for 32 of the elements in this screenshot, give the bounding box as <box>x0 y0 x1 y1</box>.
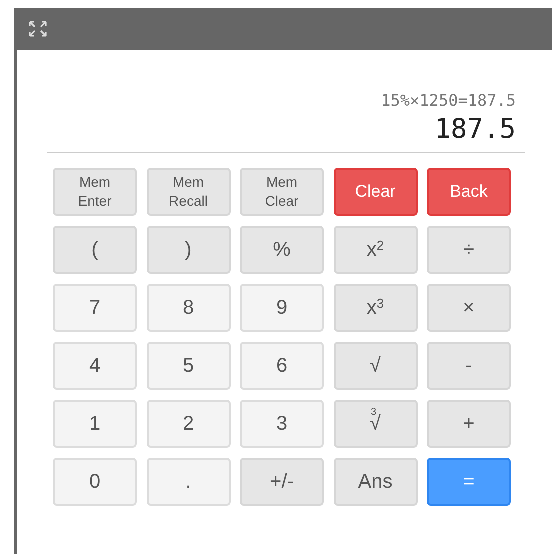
calculator-key[interactable]: √ <box>334 342 418 390</box>
calculator-key[interactable]: Clear <box>334 168 418 216</box>
calculator-key[interactable]: 2 <box>146 400 230 448</box>
result-text: 187.5 <box>434 113 516 147</box>
calculator-key[interactable]: x$^{2}$ <box>334 226 418 274</box>
calculator-key[interactable]: ÷ <box>427 226 511 274</box>
calculator-key[interactable]: 1 <box>53 400 137 448</box>
calculator-key[interactable]: 8 <box>146 284 230 332</box>
calculator-key[interactable]: x$^{3}$ <box>334 284 418 332</box>
calculator-key[interactable]: 5 <box>146 342 230 390</box>
calculator-key[interactable]: × <box>427 284 511 332</box>
expand-icon[interactable] <box>29 21 47 37</box>
calculator-key[interactable]: +/- <box>240 458 324 506</box>
calculator-key[interactable]: - <box>427 342 511 390</box>
expression-text: 15%×1250=187.5 <box>381 90 516 112</box>
calculator-key[interactable]: Ans <box>334 458 418 506</box>
calculator-key[interactable]: ( <box>53 226 137 274</box>
calculator-key[interactable]: √3 <box>334 400 418 448</box>
calculator-key[interactable]: 7 <box>53 284 137 332</box>
calculator-key[interactable]: 3 <box>240 400 324 448</box>
calculator-key[interactable]: 4 <box>53 342 137 390</box>
calculator-key[interactable]: Mem Recall <box>146 168 230 216</box>
calculator-key[interactable]: Back <box>427 168 511 216</box>
calculator-key[interactable]: Mem Clear <box>240 168 324 216</box>
calculator-key[interactable]: ) <box>146 226 230 274</box>
calculator-key[interactable]: + <box>427 400 511 448</box>
calculator-key[interactable]: % <box>240 226 324 274</box>
calculator-key[interactable]: Mem Enter <box>53 168 137 216</box>
calculator-key[interactable]: 6 <box>240 342 324 390</box>
calculator-key[interactable]: . <box>146 458 230 506</box>
calculator-key[interactable]: 9 <box>240 284 324 332</box>
calculator-key[interactable]: 0 <box>53 458 137 506</box>
